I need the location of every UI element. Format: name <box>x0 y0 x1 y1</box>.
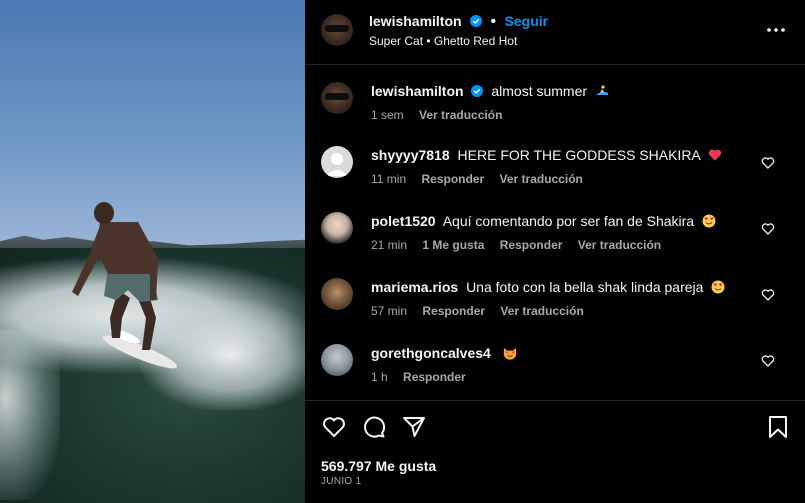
like-comment-icon[interactable] <box>761 354 775 368</box>
comment-username[interactable]: gorethgoncalves4 <box>371 345 491 361</box>
comment-username[interactable]: mariema.rios <box>371 279 458 295</box>
avatar[interactable] <box>321 14 353 46</box>
comment-time[interactable]: 21 min <box>371 238 407 252</box>
caption-text: almost summer <box>491 83 588 99</box>
comment-username[interactable]: polet1520 <box>371 213 436 229</box>
like-icon[interactable] <box>321 414 347 440</box>
verified-badge-icon <box>470 15 483 27</box>
avatar[interactable] <box>321 146 353 178</box>
reply-button[interactable]: Responder <box>422 304 485 318</box>
reply-button[interactable]: Responder <box>421 172 484 186</box>
surfer-figure <box>72 202 178 369</box>
comment-row: shyyyy7818 HERE FOR THE GODDESS SHAKIRA … <box>321 146 805 190</box>
comment-row: polet1520 Aquí comentando por ser fan de… <box>321 212 805 256</box>
avatar[interactable] <box>321 278 353 310</box>
comment-text: Aquí comentando por ser fan de Shakira <box>442 213 695 229</box>
caption-time[interactable]: 1 sem <box>371 108 404 122</box>
share-icon[interactable] <box>401 414 427 440</box>
like-count[interactable]: 569.797 Me gusta <box>321 458 436 474</box>
divider <box>305 400 805 401</box>
post-header: lewishamilton • Seguir Super Cat • Ghett… <box>305 0 805 65</box>
heart-eyes-emoji-icon <box>702 214 716 228</box>
red-heart-emoji-icon <box>708 149 722 161</box>
avatar[interactable] <box>321 344 353 376</box>
reply-button[interactable]: Responder <box>500 238 563 252</box>
comment-text: HERE FOR THE GODDESS SHAKIRA <box>457 147 700 163</box>
comment-icon[interactable] <box>361 414 387 440</box>
caption: lewishamilton almost summer 1 sem Ver tr… <box>321 82 805 126</box>
comment-row: mariema.rios Una foto con la bella shak … <box>321 278 805 322</box>
post-panel: lewishamilton • Seguir Super Cat • Ghett… <box>305 0 805 503</box>
more-options-icon[interactable] <box>765 20 787 40</box>
heart-eyes-emoji-icon <box>711 280 725 294</box>
comment-row: gorethgoncalves4 1 h Responder <box>321 344 805 388</box>
comment-time[interactable]: 11 min <box>371 172 406 186</box>
translate-button[interactable]: Ver traducción <box>578 238 661 252</box>
avatar[interactable] <box>321 212 353 244</box>
author-username[interactable]: lewishamilton <box>369 13 462 29</box>
surfer-emoji-icon <box>595 85 608 95</box>
post-media[interactable] <box>0 0 305 503</box>
separator-dot: • <box>490 13 497 30</box>
like-comment-icon[interactable] <box>761 156 775 170</box>
comment-likes[interactable]: 1 Me gusta <box>422 238 484 252</box>
translate-button[interactable]: Ver traducción <box>500 172 583 186</box>
post-date[interactable]: JUNIO 1 <box>321 476 361 487</box>
verified-badge-icon <box>471 85 484 97</box>
save-icon[interactable] <box>765 414 791 440</box>
reply-button[interactable]: Responder <box>403 370 466 384</box>
comment-time[interactable]: 1 h <box>371 370 388 384</box>
avatar[interactable] <box>321 82 353 114</box>
comment-time[interactable]: 57 min <box>371 304 407 318</box>
song-label[interactable]: Super Cat • Ghetto Red Hot <box>369 34 517 48</box>
follow-button[interactable]: Seguir <box>505 13 549 29</box>
like-comment-icon[interactable] <box>761 288 775 302</box>
translate-button[interactable]: Ver traducción <box>500 304 583 318</box>
like-comment-icon[interactable] <box>761 222 775 236</box>
action-bar <box>321 414 791 440</box>
heart-eyes-cat-emoji-icon <box>503 348 516 360</box>
translate-button[interactable]: Ver traducción <box>419 108 502 122</box>
comment-username[interactable]: shyyyy7818 <box>371 147 450 163</box>
caption-username[interactable]: lewishamilton <box>371 83 464 99</box>
comment-text: Una foto con la bella shak linda pareja <box>466 279 704 295</box>
